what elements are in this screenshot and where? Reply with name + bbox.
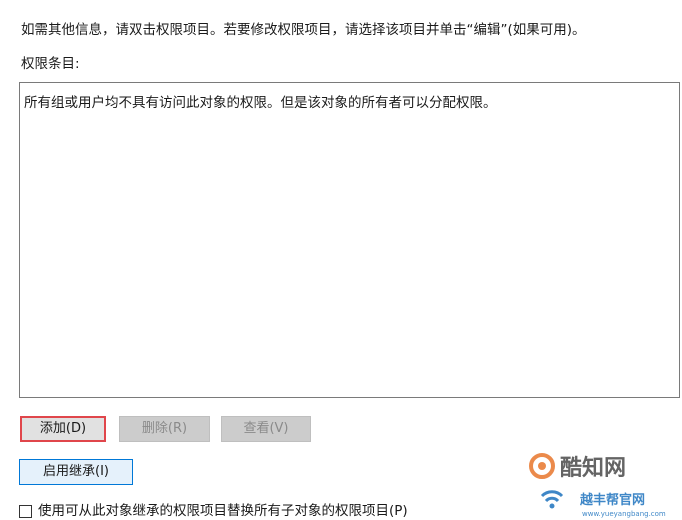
info-text: 如需其他信息，请双击权限项目。若要修改权限项目，请选择该项目并单击“编辑”(如果…	[21, 22, 586, 38]
remove-button: 删除(R)	[119, 416, 210, 442]
replace-child-permissions-checkbox[interactable]	[19, 504, 32, 518]
permission-entries-label: 权限条目:	[21, 56, 80, 72]
advanced-security-permissions-page: 如需其他信息，请双击权限项目。若要修改权限项目，请选择该项目并单击“编辑”(如果…	[0, 0, 682, 520]
watermark-url: www.yueyangbang.com	[582, 510, 666, 518]
watermark-brand-main: 酷知网	[560, 455, 626, 481]
enable-inheritance-button[interactable]: 启用继承(I)	[19, 459, 133, 485]
view-button: 查看(V)	[221, 416, 311, 442]
replace-child-permissions-label: 使用可从此对象继承的权限项目替换所有子对象的权限项目(P)	[38, 503, 408, 519]
site-watermark: 酷知网 越丰帮官网 www.yueyangbang.com	[529, 453, 666, 518]
empty-permissions-message: 所有组或用户均不具有访问此对象的权限。但是该对象的所有者可以分配权限。	[24, 95, 497, 111]
replace-child-permissions-option[interactable]: 使用可从此对象继承的权限项目替换所有子对象的权限项目(P)	[19, 502, 408, 520]
add-button[interactable]: 添加(D)	[20, 416, 106, 442]
watermark-wifi-icon	[540, 490, 564, 509]
watermark-brand-sub: 越丰帮官网	[579, 492, 645, 508]
permission-entries-list[interactable]: 所有组或用户均不具有访问此对象的权限。但是该对象的所有者可以分配权限。	[19, 82, 680, 398]
